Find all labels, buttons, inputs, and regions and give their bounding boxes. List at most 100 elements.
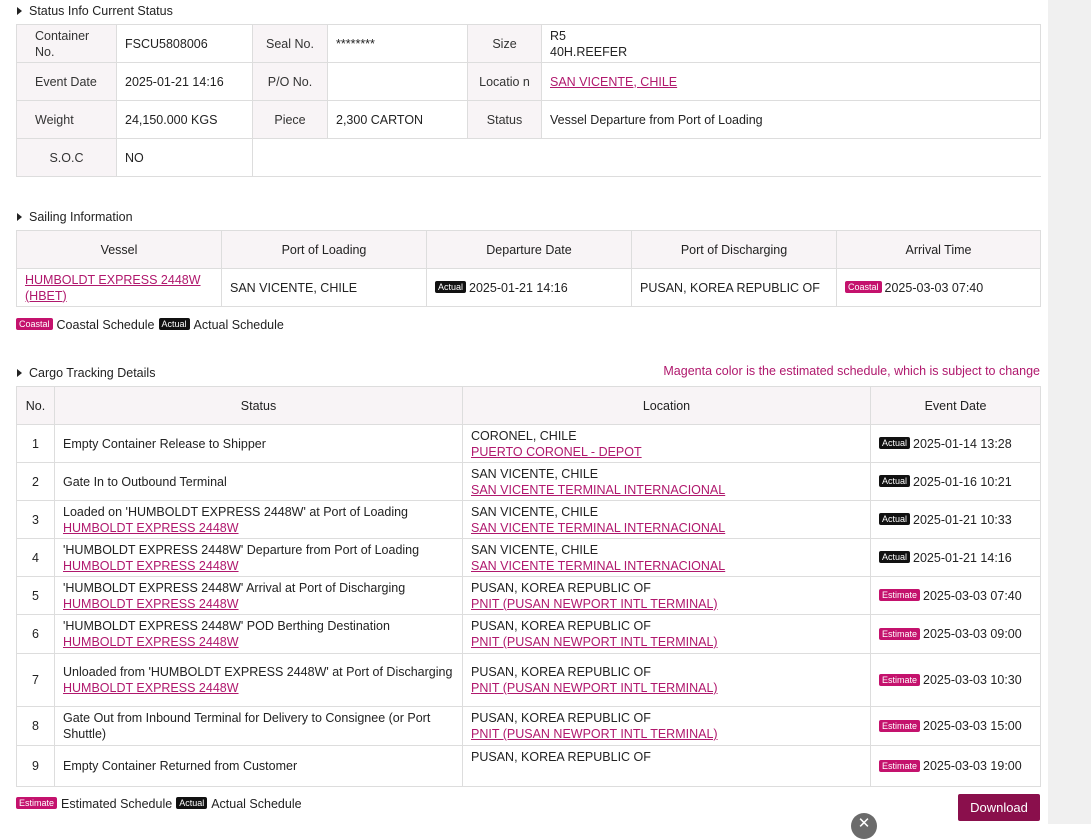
status-info-title: Status Info Current Status — [29, 4, 173, 18]
status-value: Vessel Departure from Port of Loading — [541, 100, 1041, 139]
arrival-time-cell: Coastal 2025-03-03 07:40 — [836, 268, 1041, 307]
status-info-heading: Status Info Current Status — [17, 4, 173, 18]
terminal-link[interactable]: PNIT (PUSAN NEWPORT INTL TERMINAL) — [471, 634, 862, 650]
sailing-info-heading: Sailing Information — [17, 210, 133, 224]
actual-legend-badge: Actual — [158, 318, 190, 330]
vessel-link[interactable]: HUMBOLDT EXPRESS 2448W — [63, 558, 454, 574]
piece-label: Piece — [252, 100, 328, 139]
cargo-row: 4 'HUMBOLDT EXPRESS 2448W' Departure from… — [16, 538, 1041, 577]
status-cell: Loaded on 'HUMBOLDT EXPRESS 2448W' at Po… — [54, 500, 463, 539]
estimate-legend-badge: Estimate — [16, 797, 58, 809]
cargo-tracking-table: No. Status Location Event Date 1 Empty Co… — [16, 386, 1041, 787]
estimate-badge: Estimate — [879, 673, 921, 686]
row-number: 4 — [16, 538, 55, 577]
status-label: Status — [467, 100, 542, 139]
location-text: SAN VICENTE, CHILE — [471, 466, 599, 481]
location-label: Locatio n — [467, 62, 542, 101]
terminal-link[interactable]: SAN VICENTE TERMINAL INTERNACIONAL — [471, 558, 862, 574]
terminal-link[interactable]: SAN VICENTE TERMINAL INTERNACIONAL — [471, 482, 862, 498]
vessel-link[interactable]: HUMBOLDT EXPRESS 2448W — [63, 634, 454, 650]
cargo-row: 5 'HUMBOLDT EXPRESS 2448W' Arrival at Por… — [16, 576, 1041, 615]
location-text: PUSAN, KOREA REPUBLIC OF — [471, 711, 651, 725]
estimate-legend-text: Estimated Schedule — [61, 797, 173, 811]
vessel-cell[interactable]: HUMBOLDT EXPRESS 2448W (HBET) — [16, 268, 222, 307]
cargo-header-row: No. Status Location Event Date — [16, 386, 1041, 425]
location-cell: PUSAN, KOREA REPUBLIC OF PNIT (PUSAN NEWP… — [462, 653, 871, 707]
size-label: Size — [467, 24, 542, 63]
status-cell: Empty Container Release to Shipper — [54, 424, 463, 463]
terminal-link[interactable]: SAN VICENTE TERMINAL INTERNACIONAL — [471, 520, 862, 536]
location-text: PUSAN, KOREA REPUBLIC OF — [471, 619, 651, 633]
cargo-row: 2 Gate In to Outbound Terminal SAN VICENTE… — [16, 462, 1041, 501]
status-row-4: S.O.C NO — [16, 138, 1041, 177]
event-date-value: 2025-01-14 13:28 — [913, 436, 1012, 451]
page-scrollbar[interactable] — [1048, 0, 1091, 824]
empty-cell — [252, 138, 1041, 177]
event-date-cell: Estimate 2025-03-03 10:30 — [870, 653, 1041, 707]
vessel-link[interactable]: HUMBOLDT EXPRESS 2448W — [63, 596, 454, 612]
location-cell: SAN VICENTE, CHILE SAN VICENTE TERMINAL I… — [462, 538, 871, 577]
weight-value: 24,150.000 KGS — [116, 100, 253, 139]
cargo-tracking-heading: Cargo Tracking Details — [17, 366, 155, 380]
close-icon[interactable]: ✕ — [851, 813, 877, 839]
terminal-link[interactable]: PNIT (PUSAN NEWPORT INTL TERMINAL) — [471, 680, 862, 696]
location-header: Location — [462, 386, 871, 425]
event-date-cell: Estimate 2025-03-03 15:00 — [870, 706, 1041, 746]
actual-legend-text: Actual Schedule — [211, 797, 302, 811]
coastal-legend-badge: Coastal — [16, 318, 53, 330]
status-cell: Gate In to Outbound Terminal — [54, 462, 463, 501]
status-cell: 'HUMBOLDT EXPRESS 2448W' POD Berthing De… — [54, 614, 463, 654]
cargo-row: 9 Empty Container Returned from Customer P… — [16, 745, 1041, 787]
sailing-info-table: Vessel Port of Loading Departure Date Po… — [16, 230, 1041, 307]
coastal-badge: Coastal — [845, 281, 882, 294]
terminal-link[interactable]: PNIT (PUSAN NEWPORT INTL TERMINAL) — [471, 596, 862, 612]
estimate-badge: Estimate — [879, 719, 921, 732]
arrival-time-value: 2025-03-03 07:40 — [884, 280, 984, 295]
terminal-link[interactable]: PNIT (PUSAN NEWPORT INTL TERMINAL) — [471, 726, 862, 742]
event-date-cell: Estimate 2025-03-03 19:00 — [870, 745, 1041, 787]
status-text: Loaded on 'HUMBOLDT EXPRESS 2448W' at Po… — [63, 504, 409, 519]
port-of-loading-cell: SAN VICENTE, CHILE — [221, 268, 427, 307]
vessel-link[interactable]: HUMBOLDT EXPRESS 2448W (HBET) — [25, 273, 201, 303]
event-date-cell: Actual 2025-01-16 10:21 — [870, 462, 1041, 501]
status-cell: 'HUMBOLDT EXPRESS 2448W' Departure from … — [54, 538, 463, 577]
actual-legend-badge: Actual — [176, 797, 208, 809]
location-link[interactable]: SAN VICENTE, CHILE — [550, 75, 677, 89]
location-text: SAN VICENTE, CHILE — [471, 542, 599, 557]
status-text: 'HUMBOLDT EXPRESS 2448W' Arrival at Port… — [63, 580, 406, 595]
event-date-cell: Estimate 2025-03-03 07:40 — [870, 576, 1041, 615]
vessel-link[interactable]: HUMBOLDT EXPRESS 2448W — [63, 680, 454, 696]
event-date-value: 2025-01-16 10:21 — [913, 474, 1012, 489]
actual-badge: Actual — [435, 281, 467, 294]
status-text: Gate In to Outbound Terminal — [63, 474, 227, 489]
row-number: 7 — [16, 653, 55, 707]
departure-date-value: 2025-01-21 14:16 — [469, 280, 568, 295]
actual-badge: Actual — [879, 513, 911, 526]
location-cell: PUSAN, KOREA REPUBLIC OF PNIT (PUSAN NEWP… — [462, 576, 871, 615]
weight-label: Weight — [16, 100, 117, 139]
status-row-3: Weight 24,150.000 KGS Piece 2,300 CARTON… — [16, 100, 1041, 139]
vessel-header: Vessel — [16, 230, 222, 269]
status-text: Empty Container Returned from Customer — [63, 759, 298, 773]
actual-badge: Actual — [879, 475, 911, 488]
row-number: 6 — [16, 614, 55, 654]
cargo-row: 1 Empty Container Release to Shipper CORON… — [16, 424, 1041, 463]
location-cell: PUSAN, KOREA REPUBLIC OF PNIT (PUSAN NEWP… — [462, 614, 871, 654]
row-number: 5 — [16, 576, 55, 615]
port-of-loading-header: Port of Loading — [221, 230, 427, 269]
triangle-bullet-icon — [17, 369, 22, 377]
download-button[interactable]: Download — [958, 794, 1040, 821]
terminal-link[interactable]: PUERTO CORONEL - DEPOT — [471, 444, 862, 460]
po-no-value — [327, 62, 468, 101]
piece-value: 2,300 CARTON — [327, 100, 468, 139]
vessel-link[interactable]: HUMBOLDT EXPRESS 2448W — [63, 520, 454, 536]
status-text: Empty Container Release to Shipper — [63, 436, 266, 451]
event-date-cell: Actual 2025-01-14 13:28 — [870, 424, 1041, 463]
departure-date-header: Departure Date — [426, 230, 632, 269]
location-value[interactable]: SAN VICENTE, CHILE — [541, 62, 1041, 101]
status-cell: Gate Out from Inbound Terminal for Deliv… — [54, 706, 463, 746]
soc-value: NO — [116, 138, 253, 177]
seal-no-label: Seal No. — [252, 24, 328, 63]
estimate-note: Magenta color is the estimated schedule,… — [663, 364, 1040, 378]
cargo-row: 6 'HUMBOLDT EXPRESS 2448W' POD Berthing D… — [16, 614, 1041, 654]
